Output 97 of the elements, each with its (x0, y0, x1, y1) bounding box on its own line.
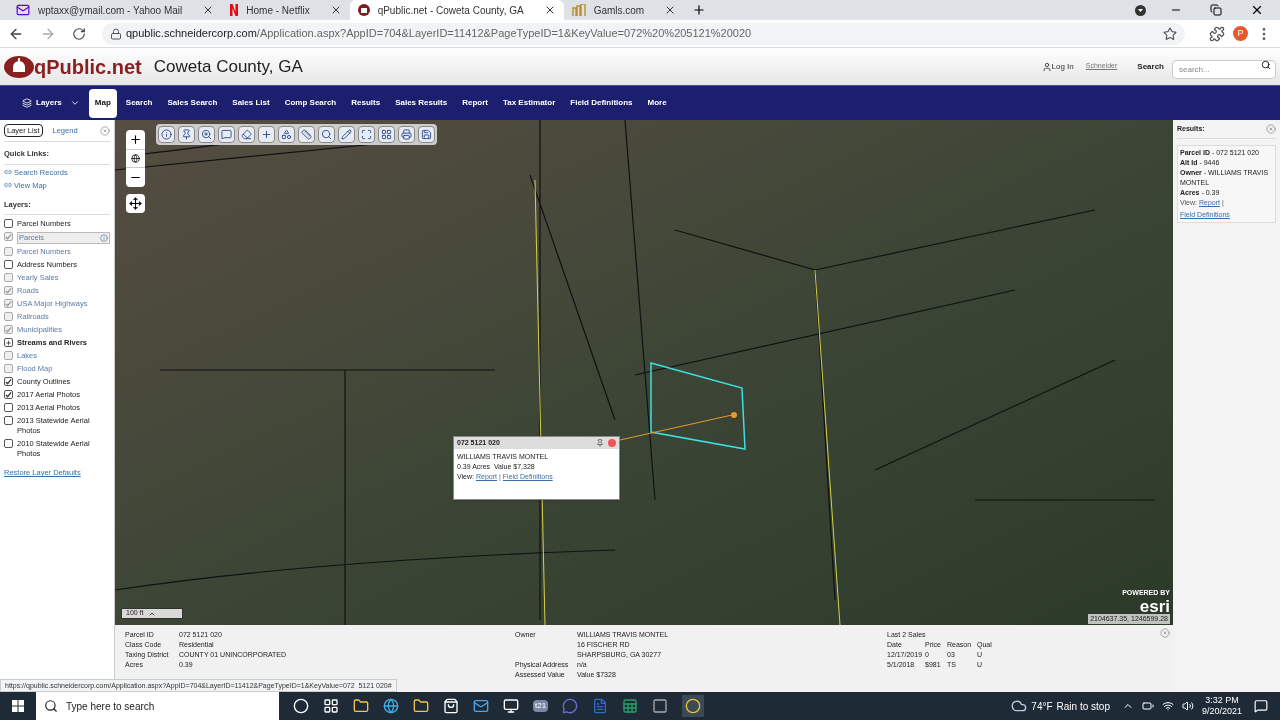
site-search-field[interactable]: search... (1172, 59, 1276, 79)
close-button[interactable] (608, 439, 616, 447)
bookmark-star-icon[interactable] (1163, 26, 1177, 41)
restore-icon[interactable] (1210, 4, 1222, 16)
address-field[interactable]: qpublic.schneidercorp.com/Application.aspx?AppID=704&LayerID=11412&PageTypeID=1&KeyValue=072%20%205121%20020 (102, 22, 1185, 45)
taskbar-search-field[interactable]: Type here to search (36, 692, 279, 720)
temperature[interactable]: 74°F (1031, 698, 1053, 714)
nav-item[interactable]: Report (456, 88, 494, 118)
login-link[interactable]: Log In (1051, 60, 1074, 73)
search-icon[interactable] (1261, 59, 1271, 70)
link-icon (4, 168, 12, 177)
printer-icon[interactable] (398, 126, 415, 143)
pencil-icon[interactable] (338, 126, 355, 143)
word-document-icon[interactable] (592, 698, 609, 714)
search-icon (44, 699, 58, 713)
nav-item[interactable]: Results (345, 88, 387, 118)
netflix-logo-icon (230, 4, 239, 16)
chat-app-icon[interactable] (562, 698, 579, 714)
weather-text[interactable]: Rain to stop (1056, 698, 1110, 714)
wifi-icon[interactable] (1161, 700, 1174, 712)
layer-checkbox[interactable] (4, 390, 13, 400)
layer-checkbox[interactable] (4, 416, 13, 426)
extensions-icon[interactable] (1209, 25, 1225, 42)
tab-title: Home - Netflix (246, 3, 311, 18)
battery-icon[interactable] (1141, 700, 1154, 712)
browser-tab[interactable]: Gamls.com (563, 0, 685, 20)
speech-bubble-icon[interactable] (218, 126, 235, 143)
save-icon[interactable] (418, 126, 435, 143)
folder-icon[interactable] (353, 698, 369, 714)
layer-checkbox[interactable] (4, 377, 13, 387)
new-tab-icon[interactable] (692, 3, 707, 17)
info-icon[interactable] (158, 126, 175, 143)
search-label: Search (1137, 60, 1164, 73)
browser-tab[interactable]: Home - Netflix (222, 0, 350, 20)
close-icon[interactable] (1250, 3, 1264, 17)
user-icon (1041, 61, 1052, 72)
layer-checkbox[interactable] (4, 403, 13, 413)
nav-item[interactable]: Field Definitions (564, 88, 639, 118)
mail-icon (16, 3, 30, 17)
tab-title: Gamls.com (593, 3, 646, 18)
nav-item[interactable]: Sales Results (389, 88, 454, 118)
nav-item[interactable]: Sales Search (161, 88, 224, 118)
app-square-icon[interactable] (652, 698, 669, 714)
nav-item[interactable]: Tax Estimator (496, 88, 562, 118)
url-path: /Application.aspx?AppID=704&LayerID=11412&PageTypeID=1&KeyValue=072%20%205121%20020 (256, 26, 752, 42)
tab-title: wptaxx@ymail.com - Yahoo Mail (38, 3, 184, 18)
windows-logo-icon[interactable] (12, 700, 24, 712)
spreadsheet-icon[interactable] (622, 698, 639, 714)
browser-tab[interactable]: qPublic.net - Coweta County, GA (349, 0, 564, 20)
plus-icon[interactable] (258, 126, 275, 143)
task-view-icon[interactable] (323, 698, 339, 714)
profile-avatar[interactable]: P (1233, 26, 1248, 41)
layers-icon (22, 98, 32, 108)
grid-icon[interactable] (378, 126, 395, 143)
capitol-dome-logo-icon (4, 55, 34, 78)
browser-tab[interactable]: wptaxx@ymail.com - Yahoo Mail (8, 0, 223, 20)
pan-icon[interactable] (126, 194, 145, 213)
esri-logo: esri (1139, 598, 1170, 614)
dropdown-circle-icon[interactable] (1135, 5, 1146, 16)
cortana-icon[interactable] (293, 698, 309, 714)
nav-item[interactable]: Search (119, 88, 159, 118)
nav-item[interactable]: Map (88, 88, 117, 118)
expand-icon[interactable] (358, 126, 375, 143)
county-title: Coweta County, GA (153, 55, 303, 78)
layer-checkbox[interactable] (4, 219, 13, 229)
laptop-icon[interactable] (503, 698, 519, 714)
pin-icon[interactable] (178, 126, 195, 143)
chevron-down-icon (69, 98, 80, 108)
nav-item[interactable]: Comp Search (278, 88, 343, 118)
eraser-icon[interactable] (238, 126, 255, 143)
dome-logo-icon (357, 4, 370, 16)
globe-icon[interactable] (126, 149, 145, 168)
layer-checkbox[interactable] (4, 439, 13, 449)
link-icon (4, 181, 12, 190)
weather-icon[interactable] (1011, 698, 1028, 714)
url-host: qpublic.schneidercorp.com (126, 26, 257, 42)
clock-date[interactable]: 9/20/2021 (1201, 706, 1242, 717)
building-logo-icon (571, 4, 586, 16)
ruler-icon[interactable] (298, 126, 315, 143)
tab-title: qPublic.net - Coweta County, GA (377, 3, 525, 18)
lock-icon (110, 27, 122, 40)
clock-time[interactable]: 3:32 PM (1205, 695, 1239, 706)
store-icon[interactable] (443, 698, 459, 714)
pin-icon[interactable] (596, 439, 604, 447)
notifications-icon[interactable] (1254, 699, 1268, 713)
layer-checkbox[interactable] (4, 260, 13, 270)
nav-item[interactable]: Sales List (226, 88, 276, 118)
browser-icon[interactable] (383, 698, 399, 714)
reload-icon[interactable] (72, 26, 86, 41)
shapes-icon[interactable] (278, 126, 295, 143)
nav-item[interactable]: Layers (16, 88, 86, 118)
nav-item[interactable]: More (641, 88, 673, 118)
mail-icon[interactable] (473, 698, 489, 714)
site-logo[interactable]: qPublic.net (34, 51, 142, 82)
file-explorer-icon[interactable] (413, 698, 429, 714)
expand-toggle[interactable] (4, 338, 13, 348)
volume-icon[interactable] (1181, 700, 1194, 712)
